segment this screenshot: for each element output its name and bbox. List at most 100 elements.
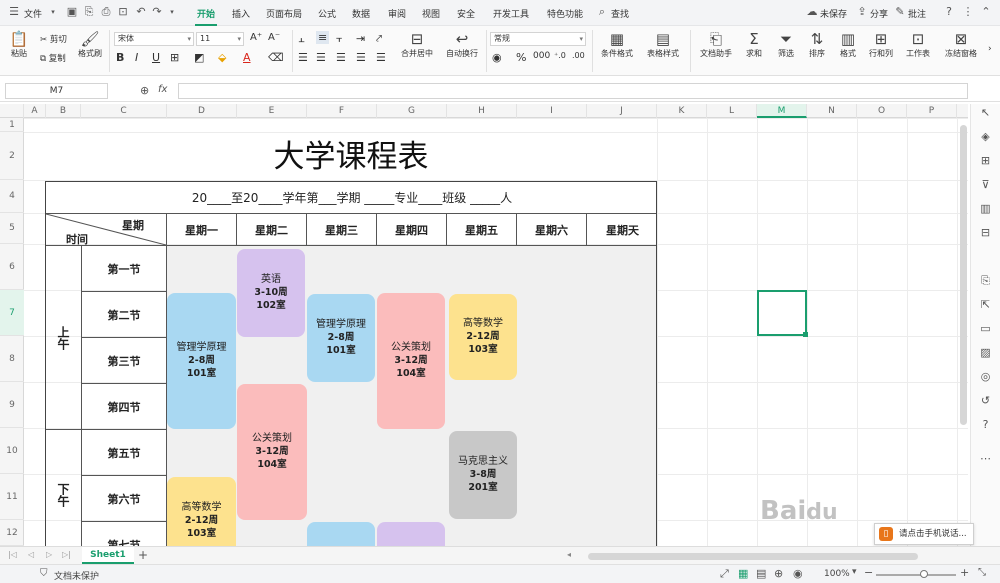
day-header[interactable]: 星期天 [587,214,656,246]
course-card[interactable]: 管理学原理 2-8周 101室 [307,294,375,382]
next-sheet-icon[interactable]: ▷ [46,550,52,559]
search-button[interactable]: 查找 [611,7,629,20]
history-icon[interactable]: ↺ [979,394,992,407]
tab-review[interactable]: 审阅 [388,7,406,20]
info-line[interactable]: 20____至20____学年第___学期 _____专业____班级 ____… [46,182,656,214]
print-preview-icon[interactable]: ⊡ [117,6,129,18]
period-label[interactable]: 第三节 [82,338,167,384]
underline-icon[interactable]: U [152,51,160,64]
image-icon[interactable]: ▨ [979,346,992,359]
format-painter-button[interactable]: 🖌 格式刷 [76,30,104,59]
decrease-font-icon[interactable]: A⁻ [268,32,280,43]
vertical-scrollbar[interactable] [958,125,968,425]
row-header[interactable]: 9 [0,382,24,428]
doc-helper-button[interactable]: ⎗ 文档助手 [696,30,736,59]
day-header[interactable]: 星期五 [447,214,517,246]
conditional-format-button[interactable]: ▦ 条件格式 [596,30,638,59]
paste-button[interactable]: 📋 粘贴 [6,30,32,59]
align-center-icon[interactable]: ☰ [316,51,326,64]
decrease-decimal-icon[interactable]: .00 [572,51,585,60]
day-header[interactable]: 星期一 [167,214,237,246]
tab-security[interactable]: 安全 [457,7,475,20]
print-icon[interactable]: ⎙ [100,6,112,18]
document-icon[interactable]: ⎘ [979,274,992,287]
eye-icon[interactable]: ◉ [793,567,803,580]
tab-insert[interactable]: 插入 [232,7,250,20]
header-corner[interactable]: 星期 时间 [46,214,167,246]
selected-cell[interactable] [757,290,807,336]
afternoon-label[interactable]: 下午 [46,430,82,546]
column-header[interactable]: E [237,104,307,118]
column-header[interactable]: B [46,104,81,118]
orientation-icon[interactable]: ⤤ [376,32,382,46]
chevron-down-icon[interactable]: ▾ [166,6,178,18]
font-size-select[interactable]: 11 [196,32,244,46]
copy-button[interactable]: ⧉ 复制 [40,52,66,64]
period-label[interactable]: 第一节 [82,246,167,292]
redo-icon[interactable]: ↷ [151,6,163,18]
page-layout-icon[interactable]: ▤ [756,567,766,580]
sheet-tab[interactable]: Sheet1 [82,547,134,564]
row-header[interactable]: 4 [0,180,24,213]
increase-decimal-icon[interactable]: ⁺.0 [554,51,566,60]
compass-icon[interactable]: ◎ [979,370,992,383]
share-button[interactable]: 分享 [870,7,888,20]
help-icon[interactable]: ? [943,6,955,18]
doc-protect-status[interactable]: 文档未保护 [54,569,99,582]
period-label[interactable]: 第二节 [82,292,167,338]
comment-icon[interactable]: ✎ [894,6,906,18]
tab-home[interactable]: 开始 [194,7,218,26]
zoom-dropdown-icon[interactable]: ▾ [852,567,857,577]
tab-data[interactable]: 数据 [352,7,370,20]
fill-handle[interactable] [803,332,808,337]
sum-button[interactable]: Σ 求和 [740,30,768,59]
export-icon[interactable]: ⎘ [83,6,95,18]
day-header[interactable]: 星期四 [377,214,447,246]
name-box[interactable]: M7 [5,83,108,99]
sort-button[interactable]: ⇅ 排序 [803,30,831,59]
unsaved-status[interactable]: 未保存 [820,7,847,20]
course-card-partial[interactable] [307,522,375,546]
row-header[interactable]: 11 [0,474,24,520]
zoom-out-icon[interactable]: − [864,566,873,579]
merge-center-button[interactable]: ⊟ 合并居中 [394,30,440,59]
table-icon[interactable]: ⊞ [979,154,992,167]
prev-sheet-icon[interactable]: ◁ [28,550,34,559]
last-sheet-icon[interactable]: ▷| [62,550,71,559]
period-label[interactable]: 第七节 [82,522,167,546]
italic-icon[interactable]: I [135,51,138,64]
row-header[interactable]: 10 [0,428,24,474]
tab-view[interactable]: 视图 [422,7,440,20]
row-header[interactable]: 6 [0,244,24,290]
select-all-corner[interactable] [0,104,24,118]
course-card[interactable]: 英语 3-10周 102室 [237,249,305,337]
column-header-selected[interactable]: M [757,104,807,118]
highlight-icon[interactable]: ⬙ [218,51,226,64]
column-header[interactable]: P [907,104,957,118]
course-card[interactable]: 管理学原理 2-8周 101室 [167,293,236,429]
data-icon[interactable]: ⊟ [979,226,992,239]
scroll-left-icon[interactable]: ◂ [567,550,571,559]
tab-developer[interactable]: 开发工具 [493,7,529,20]
align-top-icon[interactable]: ⫠ [298,32,305,46]
increase-font-icon[interactable]: A⁺ [250,32,262,43]
align-left-icon[interactable]: ☰ [298,51,308,64]
zoom-cell-icon[interactable]: ⊕ [140,84,149,97]
format-button[interactable]: ▥ 格式 [834,30,862,59]
first-sheet-icon[interactable]: |◁ [8,550,17,559]
column-header[interactable]: N [807,104,857,118]
fx-icon[interactable]: fx [158,84,167,95]
scroll-thumb[interactable] [960,125,967,425]
zoom-slider-thumb[interactable] [920,570,928,578]
course-card[interactable]: 公关策划 3-12周 104室 [237,384,307,520]
column-header[interactable]: F [307,104,377,118]
column-header[interactable]: A [24,104,46,118]
course-card[interactable]: 公关策划 3-12周 104室 [377,293,445,429]
row-header-selected[interactable]: 7 [0,290,24,336]
search-icon[interactable]: ⌕ [596,6,608,18]
row-header[interactable]: 8 [0,336,24,382]
period-label[interactable]: 第四节 [82,384,167,430]
cursor-icon[interactable]: ↖ [979,106,992,119]
align-bottom-icon[interactable]: ⫟ [336,32,343,46]
number-format-select[interactable]: 常规 [490,32,586,46]
